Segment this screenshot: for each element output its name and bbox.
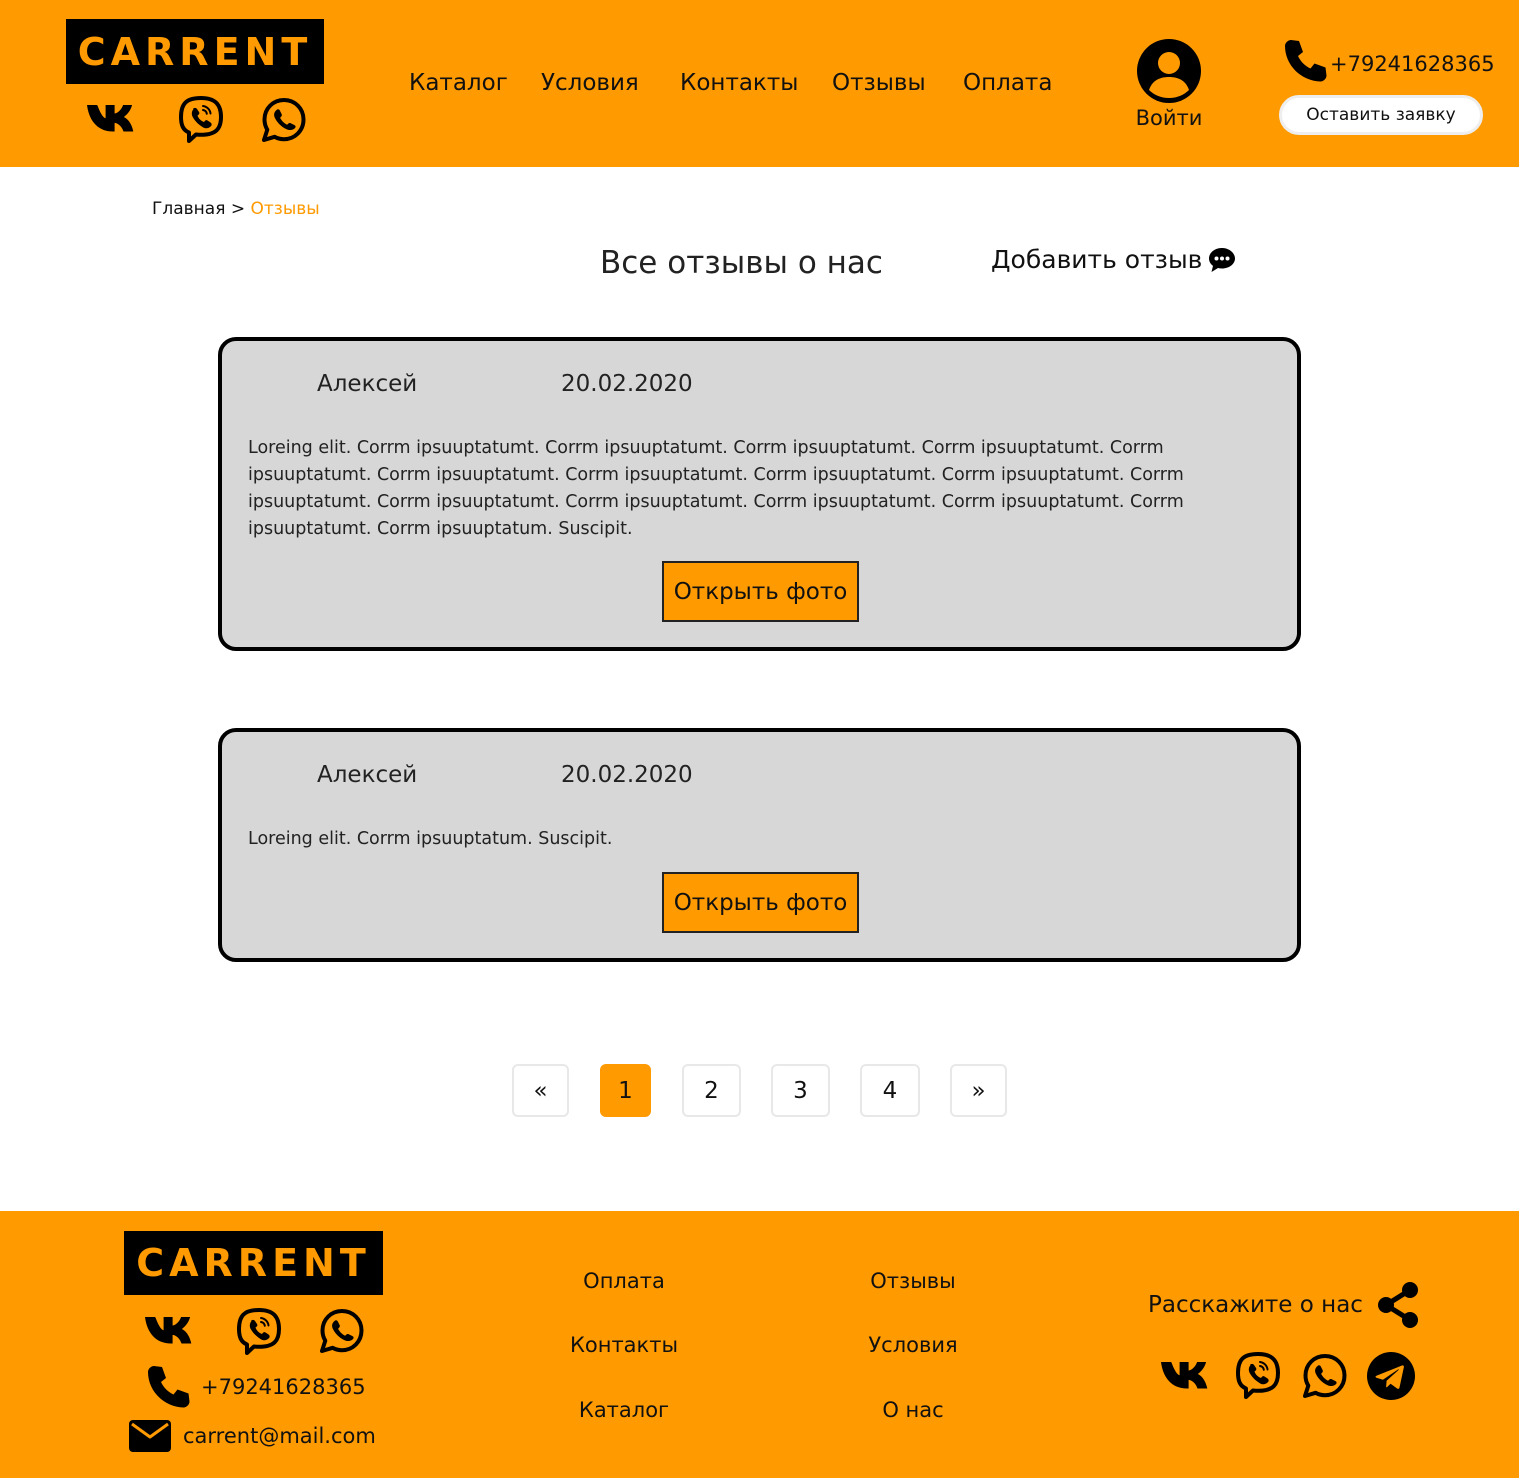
footer-link-catalog[interactable]: Каталог [579,1398,669,1422]
vk-icon[interactable] [85,103,139,135]
header-phone-number: +79241628365 [1330,52,1495,76]
login-button[interactable]: Войти [1128,38,1210,130]
telegram-icon[interactable] [1367,1352,1415,1400]
review-author: Алексей [317,371,418,397]
footer-link-reviews[interactable]: Отзывы [870,1269,955,1293]
footer-link-conditions[interactable]: Условия [868,1333,957,1357]
share-icon[interactable] [1375,1281,1421,1329]
pagination-prev[interactable]: « [512,1064,569,1117]
breadcrumb-separator: > [230,199,246,219]
review-date: 20.02.2020 [561,762,693,788]
login-label: Войти [1135,106,1203,130]
breadcrumb-current: Отзывы [250,199,320,219]
comment-icon [1209,247,1236,272]
site-header: CARRENT Каталог Условия Контакты Отзывы … [0,0,1519,167]
add-review-button[interactable]: Добавить отзыв [991,245,1236,274]
review-card: Алексей 20.02.2020 Loreing elit. Corrm i… [218,337,1301,651]
review-author: Алексей [317,762,418,788]
pagination-page-2[interactable]: 2 [682,1064,741,1117]
footer-logo[interactable]: CARRENT [124,1231,383,1295]
pagination-page-1[interactable]: 1 [600,1064,651,1117]
open-photo-button[interactable]: Открыть фото [662,872,859,933]
whatsapp-icon[interactable] [1302,1353,1348,1399]
logo[interactable]: CARRENT [66,19,324,84]
footer-phone-number: +79241628365 [201,1375,366,1399]
pagination-page-4[interactable]: 4 [860,1064,920,1117]
review-date: 20.02.2020 [561,371,693,397]
vk-icon[interactable] [143,1315,197,1347]
footer-link-contacts[interactable]: Контакты [570,1333,678,1357]
review-text: Loreing elit. Corrm ipsuuptatumt. Corrm … [248,438,1184,539]
nav-payment[interactable]: Оплата [963,70,1052,96]
review-text: Loreing elit. Corrm ipsuuptatum. Suscipi… [248,829,613,849]
add-review-label: Добавить отзыв [991,245,1203,274]
footer-logo-text: CARRENT [136,1241,371,1285]
viber-icon[interactable] [1234,1351,1282,1401]
footer-email[interactable]: carrent@mail.com [129,1420,376,1452]
breadcrumb: Главная > Отзывы [152,199,320,219]
nav-conditions[interactable]: Условия [541,70,639,96]
user-icon [1137,39,1201,103]
whatsapp-icon[interactable] [319,1308,365,1354]
logo-text: CARRENT [77,29,313,74]
site-footer: CARRENT +79241628365 carrent@mail.com Оп… [0,1211,1519,1478]
phone-icon [1285,40,1327,82]
mail-icon [129,1420,171,1452]
footer-link-about[interactable]: О нас [882,1398,943,1422]
review-card: Алексей 20.02.2020 Loreing elit. Corrm i… [218,728,1301,962]
vk-icon[interactable] [1159,1360,1213,1392]
nav-catalog[interactable]: Каталог [409,70,508,96]
nav-contacts[interactable]: Контакты [680,70,798,96]
footer-phone[interactable]: +79241628365 [145,1364,366,1410]
page-title: Все отзывы о нас [600,245,883,281]
leave-request-button[interactable]: Оставить заявку [1279,95,1483,135]
pagination-page-3[interactable]: 3 [771,1064,830,1117]
viber-icon[interactable] [177,95,225,145]
footer-email-address: carrent@mail.com [183,1424,376,1448]
share-block: Расскажите о нас [1148,1281,1421,1329]
open-photo-button[interactable]: Открыть фото [662,561,859,622]
header-phone[interactable]: +79241628365 [1282,38,1495,84]
breadcrumb-home[interactable]: Главная [152,199,225,219]
pagination-next[interactable]: » [950,1064,1007,1117]
footer-link-payment[interactable]: Оплата [583,1269,665,1293]
whatsapp-icon[interactable] [261,97,307,143]
phone-icon [148,1366,190,1408]
share-label: Расскажите о нас [1148,1292,1363,1318]
viber-icon[interactable] [235,1307,283,1357]
nav-reviews[interactable]: Отзывы [832,70,926,96]
